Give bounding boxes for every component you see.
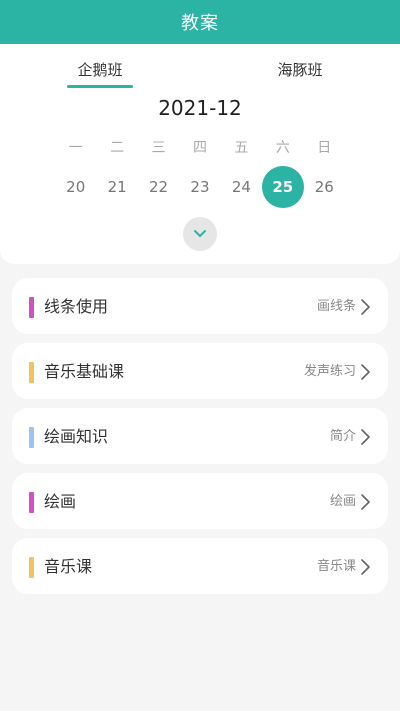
lesson-item[interactable]: 绘画知识 简介: [12, 408, 388, 464]
lesson-title: 音乐课: [44, 557, 93, 576]
weekday-label: 六: [275, 140, 290, 156]
lesson-color-bar: [29, 427, 34, 448]
tab-dolphin-class[interactable]: 海豚班: [230, 44, 370, 94]
date-cell[interactable]: 22: [138, 166, 179, 208]
weekday-label: 三: [151, 140, 166, 156]
lesson-color-bar: [29, 362, 34, 383]
lesson-item[interactable]: 音乐课 音乐课: [12, 538, 388, 594]
lesson-item[interactable]: 线条使用 画线条: [12, 278, 388, 334]
lesson-subtitle: 发声练习: [303, 364, 356, 379]
chevron-right-icon: [361, 299, 370, 315]
lesson-subtitle: 简介: [329, 429, 356, 444]
weekday-label: 一: [68, 140, 83, 156]
date-cell[interactable]: 21: [96, 166, 137, 208]
chevron-down-icon: [194, 230, 206, 237]
chevron-right-icon: [361, 429, 370, 445]
week-calendar: 2021-12 一 二 三 四 五 六 日 20 21 22 23 24 25 …: [0, 94, 400, 264]
lesson-color-bar: [29, 492, 34, 513]
date-cell-selected[interactable]: 25: [262, 166, 304, 208]
date-cell[interactable]: 26: [304, 166, 345, 208]
lesson-list: 线条使用 画线条 音乐基础课 发声练习 绘画知识 简介 绘画 绘画 音乐课 音乐…: [12, 278, 388, 603]
lesson-title: 绘画知识: [44, 427, 109, 446]
chevron-right-icon: [361, 364, 370, 380]
lesson-title: 线条使用: [44, 297, 109, 316]
weekday-label: 二: [110, 140, 125, 156]
calendar-month: 2021-12: [158, 96, 242, 120]
date-cell[interactable]: 24: [221, 166, 262, 208]
weekday-label: 五: [234, 140, 249, 156]
lesson-item[interactable]: 音乐基础课 发声练习: [12, 343, 388, 399]
app-bar: 教案: [0, 0, 400, 44]
page-title: 教案: [181, 13, 219, 34]
lesson-item[interactable]: 绘画 绘画: [12, 473, 388, 529]
chevron-right-icon: [361, 494, 370, 510]
date-cell[interactable]: 23: [179, 166, 220, 208]
lesson-subtitle: 音乐课: [316, 559, 356, 574]
lesson-title: 绘画: [44, 492, 77, 511]
lesson-subtitle: 画线条: [316, 299, 356, 314]
lesson-subtitle: 绘画: [329, 494, 356, 509]
weekday-label: 四: [192, 140, 207, 156]
class-tabs: 企鹅班 海豚班: [0, 44, 400, 94]
lesson-color-bar: [29, 557, 34, 578]
lesson-color-bar: [29, 297, 34, 318]
expand-calendar-button[interactable]: [183, 217, 217, 251]
weekday-row: 一 二 三 四 五 六 日: [55, 138, 345, 158]
date-cell[interactable]: 20: [55, 166, 96, 208]
lesson-title: 音乐基础课: [44, 362, 125, 381]
chevron-right-icon: [361, 559, 370, 575]
weekday-label: 日: [317, 140, 332, 156]
active-tab-indicator: [67, 85, 133, 88]
date-row: 20 21 22 23 24 25 26: [55, 166, 345, 208]
